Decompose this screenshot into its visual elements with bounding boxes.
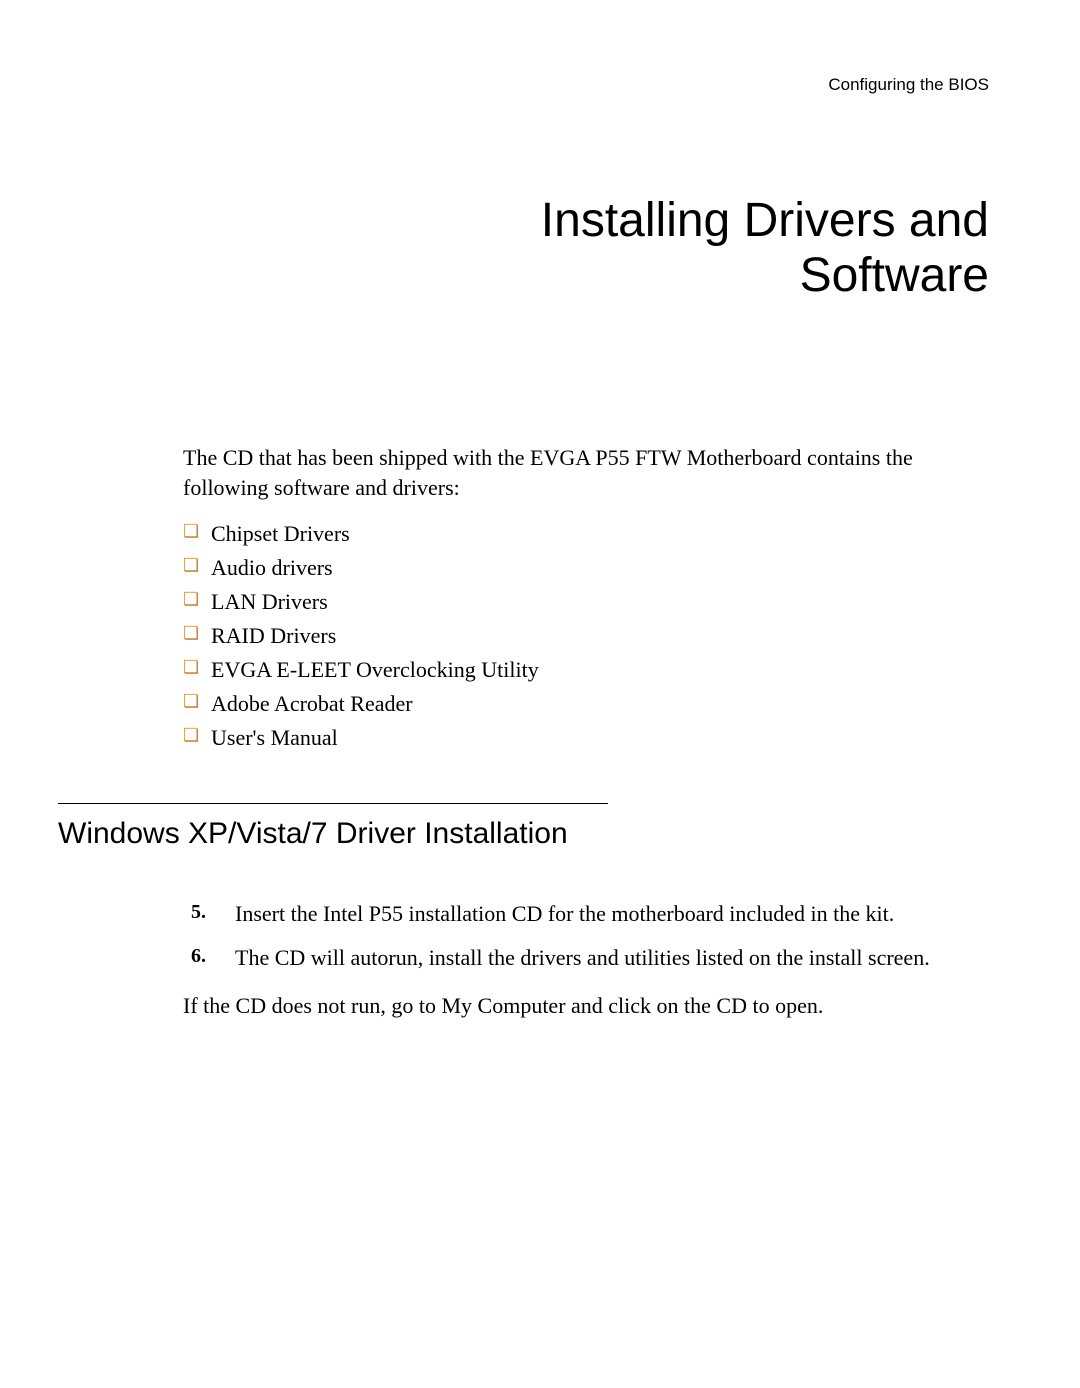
list-item: RAID Drivers xyxy=(183,619,995,653)
list-item: Chipset Drivers xyxy=(183,517,995,551)
list-item: LAN Drivers xyxy=(183,585,995,619)
title-line-2: Software xyxy=(800,249,989,302)
header-label: Configuring the BIOS xyxy=(183,75,995,95)
document-page: Configuring the BIOS Installing Drivers … xyxy=(0,0,1080,1105)
intro-paragraph: The CD that has been shipped with the EV… xyxy=(183,443,995,502)
title-line-1: Installing Drivers and xyxy=(541,194,989,247)
installation-steps: Insert the Intel P55 installation CD for… xyxy=(183,899,995,972)
section-heading: Windows XP/Vista/7 Driver Installation xyxy=(58,817,995,857)
list-item: Adobe Acrobat Reader xyxy=(183,687,995,721)
step-item: The CD will autorun, install the drivers… xyxy=(183,943,995,973)
list-item: EVGA E-LEET Overclocking Utility xyxy=(183,653,995,687)
step-item: Insert the Intel P55 installation CD for… xyxy=(183,899,995,929)
closing-note: If the CD does not run, go to My Compute… xyxy=(183,991,995,1021)
list-item: Audio drivers xyxy=(183,551,995,585)
list-item: User's Manual xyxy=(183,721,995,755)
software-list: Chipset Drivers Audio drivers LAN Driver… xyxy=(183,517,995,756)
page-title: Installing Drivers and Software xyxy=(183,193,995,303)
